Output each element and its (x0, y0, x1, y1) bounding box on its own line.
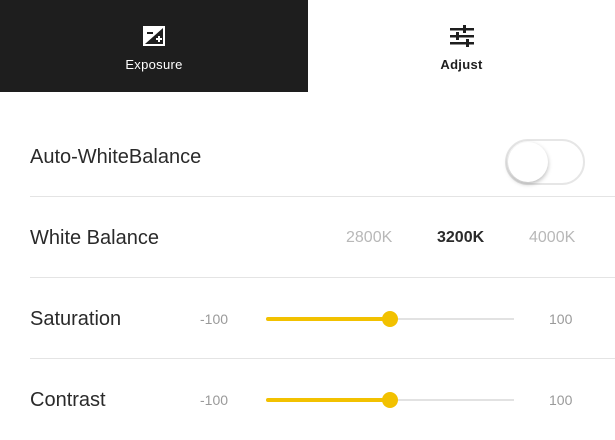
contrast-min-label: -100 (200, 392, 229, 408)
white-balance-option-2800k[interactable]: 2800K (346, 198, 392, 278)
white-balance-option-3200k[interactable]: 3200K (437, 198, 484, 278)
adjust-sliders-icon (447, 21, 477, 51)
tab-exposure-label: Exposure (125, 56, 183, 72)
auto-white-balance-label: Auto-WhiteBalance (30, 146, 202, 168)
toggle-knob (508, 142, 548, 182)
saturation-row: Saturation -100 100 (0, 279, 615, 359)
divider (30, 358, 615, 359)
saturation-label: Saturation (30, 308, 122, 330)
auto-white-balance-toggle[interactable] (505, 139, 585, 185)
tab-adjust-label: Adjust (440, 56, 483, 72)
contrast-slider-thumb[interactable] (382, 392, 398, 408)
saturation-slider-thumb[interactable] (382, 311, 398, 327)
contrast-slider[interactable] (266, 392, 514, 408)
white-balance-row: White Balance 2800K 3200K 4000K (0, 198, 615, 278)
contrast-max-label: 100 (549, 392, 573, 408)
divider (30, 277, 615, 278)
exposure-icon (139, 21, 169, 51)
contrast-row: Contrast -100 100 (0, 360, 615, 440)
saturation-max-label: 100 (549, 311, 573, 327)
saturation-min-label: -100 (200, 311, 229, 327)
white-balance-label: White Balance (30, 227, 159, 249)
contrast-slider-fill (266, 398, 390, 402)
tab-exposure[interactable]: Exposure (0, 0, 308, 92)
saturation-slider-fill (266, 317, 390, 321)
divider (30, 196, 615, 197)
white-balance-option-4000k[interactable]: 4000K (529, 198, 575, 278)
tab-adjust[interactable]: Adjust (308, 0, 615, 92)
contrast-label: Contrast (30, 389, 106, 411)
saturation-slider[interactable] (266, 311, 514, 327)
auto-white-balance-row: Auto-WhiteBalance (0, 117, 615, 197)
tab-bar: Exposure Adjust (0, 0, 615, 92)
